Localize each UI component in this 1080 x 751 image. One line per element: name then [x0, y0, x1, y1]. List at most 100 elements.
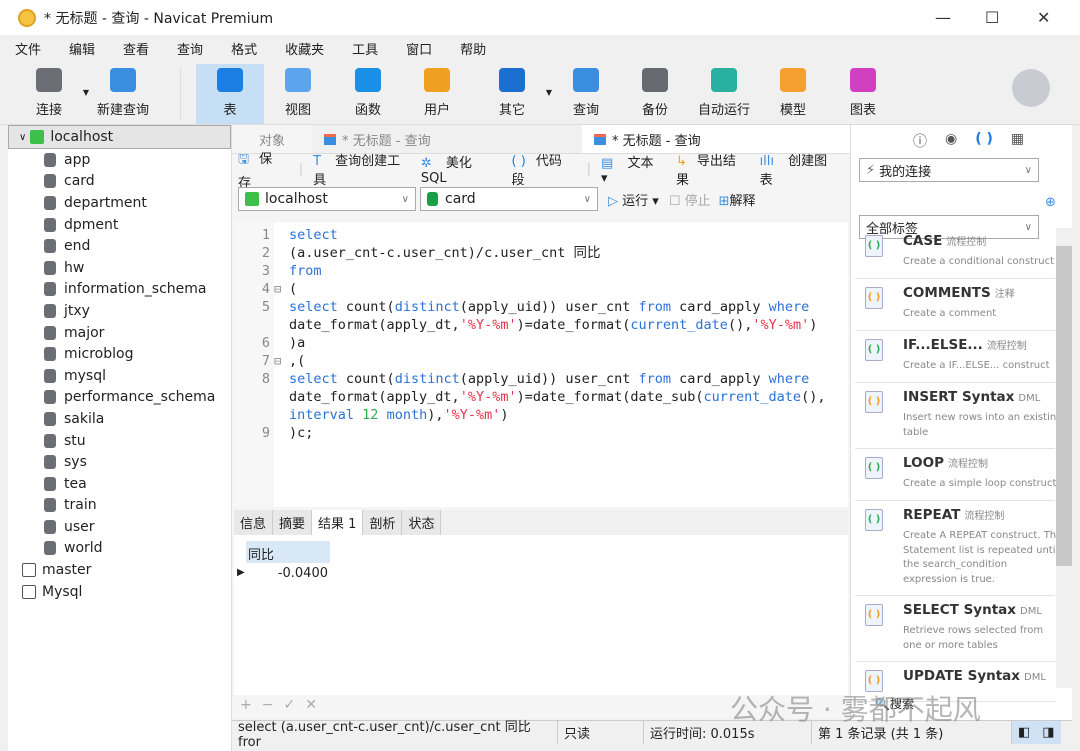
scrollbar-thumb[interactable]	[1056, 246, 1072, 566]
cancel-edit-button[interactable]: ✕	[305, 697, 317, 713]
toolbar-button-query[interactable]: 查询	[552, 64, 620, 124]
tree-database-tea[interactable]: tea	[8, 473, 231, 495]
toolbar-button-new-query[interactable]: 新建查询	[89, 64, 157, 124]
grid-icon[interactable]: ▦	[1011, 131, 1024, 151]
save-button[interactable]: 🖫 保存	[238, 148, 289, 191]
tree-database-user[interactable]: user	[8, 516, 231, 538]
result-tab[interactable]: 状态	[402, 510, 442, 535]
toggle-left-panel-button[interactable]: ◧	[1012, 721, 1037, 744]
preview-icon[interactable]: ◉	[945, 131, 957, 151]
stop-button[interactable]: ☐ 停止	[669, 190, 711, 209]
fold-toggle-icon[interactable]: ⊟	[274, 352, 281, 370]
menu-item[interactable]: 收藏夹	[285, 39, 324, 58]
result-tab[interactable]: 摘要	[273, 510, 313, 535]
tree-database-sakila[interactable]: sakila	[8, 408, 231, 430]
tree-connection-master[interactable]: master	[8, 559, 231, 581]
code-token: (a.user_cnt-c.user_cnt)/c.user_cnt 同比	[289, 245, 601, 261]
connection-filter-select[interactable]: ⚡ 我的连接 ∨	[859, 158, 1039, 182]
delete-record-button[interactable]: −	[262, 697, 274, 713]
snippet-scrollbar[interactable]	[1056, 228, 1072, 688]
menu-item[interactable]: 文件	[15, 39, 41, 58]
maximize-button[interactable]: ☐	[985, 8, 999, 27]
label: 查询创建工具	[313, 154, 401, 188]
run-button[interactable]: ▷ 运行 ▾	[608, 190, 659, 209]
tree-database-microblog[interactable]: microblog	[8, 343, 231, 365]
result-cell[interactable]: -0.0400	[246, 563, 330, 585]
menu-item[interactable]: 查看	[123, 39, 149, 58]
sql-editor[interactable]: 1 select 2 (a.user_cnt-c.user_cnt)/c.user_c…	[234, 222, 848, 507]
menu-item[interactable]: 查询	[177, 39, 203, 58]
tab-query-active[interactable]: * 无标题 - 查询	[582, 125, 850, 153]
toolbar-button-view[interactable]: 视图	[264, 64, 332, 124]
export-results-button[interactable]: ↳ 导出结果	[676, 150, 750, 188]
tree-database-hw[interactable]: hw	[8, 257, 231, 279]
minimize-button[interactable]: —	[935, 8, 951, 27]
explain-button[interactable]: ⊞解释	[719, 190, 756, 209]
tree-database-information_schema[interactable]: information_schema	[8, 279, 231, 301]
toolbar-button-others[interactable]: 其它 ▼	[478, 64, 552, 124]
tab-query-inactive[interactable]: * 无标题 - 查询	[312, 125, 582, 153]
selected-value: localhost	[265, 191, 328, 207]
tree-database-mysql[interactable]: mysql	[8, 365, 231, 387]
tree-database-end[interactable]: end	[8, 235, 231, 257]
result-tab[interactable]: 结果 1	[312, 510, 364, 535]
snippet-item[interactable]: ( ) CASE 流程控制 Create a conditional construc…	[855, 227, 1055, 279]
tree-database-dpment[interactable]: dpment	[8, 214, 231, 236]
tree-database-jtxy[interactable]: jtxy	[8, 300, 231, 322]
fold-toggle-icon[interactable]: ⊟	[274, 280, 281, 298]
tree-database-card[interactable]: card	[8, 171, 231, 193]
toolbar-label: 视图	[284, 103, 311, 118]
add-snippet-icon[interactable]: ⊕	[1045, 195, 1056, 210]
add-record-button[interactable]: +	[240, 697, 252, 713]
menu-item[interactable]: 编辑	[69, 39, 95, 58]
apply-edit-button[interactable]: ✓	[283, 697, 295, 713]
toolbar-button-robot[interactable]: 自动运行	[690, 64, 758, 124]
snippet-item[interactable]: ( ) SELECT Syntax DML Retrieve rows selecte…	[855, 596, 1055, 662]
column-header[interactable]: 同比	[246, 541, 330, 563]
connection-select[interactable]: localhost ∨	[238, 187, 416, 211]
toolbar-button-plug[interactable]: 连接 ▼	[15, 64, 89, 124]
tree-database-performance_schema[interactable]: performance_schema	[8, 387, 231, 409]
menu-item[interactable]: 工具	[352, 39, 378, 58]
tree-connection-Mysql[interactable]: Mysql	[8, 581, 231, 603]
mysql-connection-icon	[245, 192, 259, 206]
chevron-down-icon[interactable]: ∨	[19, 132, 26, 143]
tree-database-world[interactable]: world	[8, 538, 231, 560]
toggle-right-panel-button[interactable]: ◨	[1036, 721, 1061, 744]
snippets-icon[interactable]: ( )	[975, 131, 993, 151]
tree-database-stu[interactable]: stu	[8, 430, 231, 452]
beautify-sql-button[interactable]: ✲ 美化 SQL	[421, 152, 502, 186]
menu-item[interactable]: 格式	[231, 39, 257, 58]
toolbar-button-function[interactable]: 函数	[334, 64, 402, 124]
tree-connection-localhost[interactable]: ∨ localhost	[8, 125, 231, 149]
query-builder-button[interactable]: T 查询创建工具	[313, 150, 411, 188]
create-chart-button[interactable]: ıllı 创建图表	[760, 150, 840, 188]
close-button[interactable]: ✕	[1037, 8, 1050, 27]
chevron-down-icon: ∨	[401, 193, 409, 205]
toolbar-button-table[interactable]: 表	[196, 64, 264, 124]
toolbar-button-user[interactable]: 用户	[403, 64, 471, 124]
code-snippet-button[interactable]: ( ) 代码段	[512, 150, 577, 188]
snippet-item[interactable]: ( ) REPEAT 流程控制 Create A REPEAT construct. …	[855, 501, 1062, 596]
toolbar-button-model[interactable]: 模型	[759, 64, 827, 124]
result-tab[interactable]: 信息	[234, 510, 274, 535]
tree-database-app[interactable]: app	[8, 149, 231, 171]
result-tab[interactable]: 剖析	[363, 510, 403, 535]
snippet-item[interactable]: ( ) IF...ELSE... 流程控制 Create a IF...ELSE...…	[855, 331, 1055, 383]
text-button[interactable]: ▤ 文本 ▾	[601, 152, 666, 186]
info-icon[interactable]: ⓘ	[913, 131, 927, 151]
toolbar-button-chart[interactable]: 图表	[829, 64, 897, 124]
menu-item[interactable]: 窗口	[406, 39, 432, 58]
snippet-item[interactable]: ( ) LOOP 流程控制 Create a simple loop construc…	[855, 449, 1056, 501]
tree-database-department[interactable]: department	[8, 192, 231, 214]
database-select[interactable]: card ∨	[420, 187, 598, 211]
tree-database-sys[interactable]: sys	[8, 451, 231, 473]
snippet-item[interactable]: ( ) INSERT Syntax DML Insert new rows into …	[855, 383, 1063, 449]
tree-database-major[interactable]: major	[8, 322, 231, 344]
snippet-item[interactable]: ( ) COMMENTS 注释 Create a comment	[855, 279, 1055, 331]
tree-database-train[interactable]: train	[8, 495, 231, 517]
user-avatar[interactable]	[1012, 69, 1050, 107]
toolbar-button-backup[interactable]: 备份	[621, 64, 689, 124]
menu-item[interactable]: 帮助	[460, 39, 486, 58]
